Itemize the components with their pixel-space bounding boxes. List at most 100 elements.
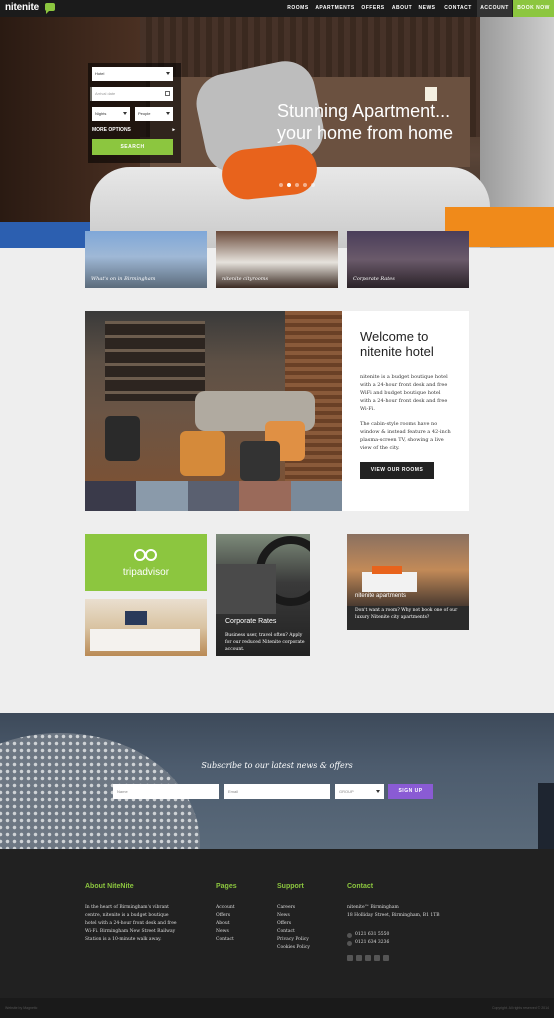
more-options-label: MORE OPTIONS	[92, 127, 131, 133]
footer-bottom-bar	[0, 998, 554, 1018]
group-select[interactable]: GROUP	[335, 784, 384, 799]
slider-dot[interactable]	[303, 183, 307, 187]
logo[interactable]: nitenite	[5, 2, 39, 13]
arrival-date-field[interactable]: Arrival date	[92, 87, 173, 101]
more-options-toggle[interactable]: MORE OPTIONS ▸	[92, 127, 175, 133]
tv-image	[125, 611, 147, 625]
hotel-room-image[interactable]	[85, 599, 207, 656]
tripadvisor-label: tripadvisor	[122, 567, 170, 578]
slider-dot[interactable]	[295, 183, 299, 187]
slider-dot[interactable]	[311, 183, 315, 187]
nav-account[interactable]: ACCOUNT	[477, 0, 512, 17]
slider-dot-active[interactable]	[287, 183, 291, 187]
group-select-value: GROUP	[339, 789, 354, 794]
footer-contact-title: Contact	[347, 883, 374, 890]
nav-news[interactable]: NEWS	[416, 0, 438, 17]
corporate-rates-card[interactable]: Corporate Rates Business user, travel of…	[216, 534, 310, 656]
tile-label: Corporate Rates	[353, 276, 395, 282]
footer-link[interactable]: Privacy Policy	[277, 936, 310, 944]
footer-fax[interactable]: 0121 634 3236	[355, 939, 389, 947]
tile-label: nitenite cityrooms	[222, 276, 269, 282]
footer-link[interactable]: Offers	[277, 920, 310, 928]
footer-pages-title: Pages	[216, 883, 237, 890]
owl-icon	[134, 549, 158, 563]
footer-link[interactable]: Cookies Policy	[277, 944, 310, 952]
footer-support-title: Support	[277, 883, 304, 890]
search-button[interactable]: SEARCH	[92, 139, 173, 155]
footer-support-list: Careers News Offers Contact Privacy Poli…	[277, 904, 310, 952]
lounge-image	[85, 311, 342, 481]
footer-link[interactable]: Contact	[216, 936, 235, 944]
sign-up-button[interactable]: SIGN UP	[388, 784, 433, 799]
chevron-down-icon	[166, 112, 170, 115]
name-field[interactable]: Name	[113, 784, 219, 799]
hotel-select[interactable]: Hotel	[92, 67, 173, 81]
subscribe-section	[0, 713, 554, 849]
top-nav: nitenite ROOMS APARTMENTS OFFERS ABOUT N…	[0, 0, 554, 17]
calendar-icon	[165, 91, 170, 96]
gallery-thumb[interactable]	[239, 481, 291, 511]
apartments-card[interactable]: nitenite apartments Don't want a room? W…	[347, 534, 469, 630]
footer-link[interactable]: Contact	[277, 928, 310, 936]
linkedin-icon[interactable]	[374, 955, 380, 961]
footer-about-text: In the heart of Birmingham's vibrant cen…	[85, 905, 177, 942]
welcome-title: Welcome to nitenite hotel	[360, 329, 434, 359]
gallery-thumb[interactable]	[85, 481, 137, 511]
footer-link[interactable]: News	[277, 912, 310, 920]
footer-link[interactable]: News	[216, 928, 235, 936]
corporate-rates-desc: Business user, travel often? Apply for o…	[225, 633, 305, 652]
apartments-desc: Don't want a room? Why not book one of o…	[355, 608, 458, 620]
tile-label: What's on in Birmingham	[91, 276, 156, 282]
facebook-icon[interactable]	[356, 955, 362, 961]
nights-select-value: Nights	[95, 111, 107, 116]
nav-rooms[interactable]: ROOMS	[283, 0, 313, 17]
footer-address-line: 18 Holliday Street, Birmingham, B1 1TB	[347, 913, 440, 918]
view-rooms-button[interactable]: VIEW OUR ROOMS	[360, 462, 434, 479]
slider-dot[interactable]	[279, 183, 283, 187]
tile-whats-on[interactable]: What's on in Birmingham	[85, 231, 207, 288]
logo-bubble-icon	[45, 3, 55, 14]
footer-pages-list: Account Offers About News Contact	[216, 904, 235, 944]
arrival-date-placeholder: Arrival date	[95, 91, 116, 96]
tile-cityrooms[interactable]: nitenite cityrooms	[216, 231, 338, 288]
apartments-title: nitenite apartments	[355, 593, 407, 599]
welcome-paragraph: nitenite is a budget boutique hotel with…	[360, 374, 448, 412]
instagram-icon[interactable]	[365, 955, 371, 961]
slider-dots	[279, 183, 315, 187]
page: nitenite ROOMS APARTMENTS OFFERS ABOUT N…	[0, 0, 554, 1018]
nights-select[interactable]: Nights	[92, 107, 130, 121]
footer-link[interactable]: Careers	[277, 904, 310, 912]
tile-corporate-rates[interactable]: Corporate Rates	[347, 231, 469, 288]
gallery-thumb[interactable]	[187, 481, 240, 511]
footer-link[interactable]: Offers	[216, 912, 235, 920]
pinterest-icon[interactable]	[383, 955, 389, 961]
chevron-right-icon: ▸	[172, 127, 175, 133]
chevron-down-icon	[123, 112, 127, 115]
cushion-image	[372, 566, 402, 574]
chair-image	[180, 431, 225, 476]
chair-image	[240, 441, 280, 481]
nav-apartments[interactable]: APARTMENTS	[314, 0, 356, 17]
nav-about[interactable]: ABOUT	[390, 0, 414, 17]
people-select-value: People	[138, 111, 151, 116]
chevron-down-icon	[376, 790, 380, 793]
gallery-thumb[interactable]	[290, 481, 343, 511]
footer-link[interactable]: Account	[216, 904, 235, 912]
people-select[interactable]: People	[135, 107, 173, 121]
gallery-thumb[interactable]	[136, 481, 188, 511]
email-field[interactable]: Email	[224, 784, 330, 799]
lamp-image	[425, 87, 437, 101]
table-image	[0, 222, 90, 248]
footer-about-title: About NiteNite	[85, 883, 134, 890]
footer-link[interactable]: About	[216, 920, 235, 928]
nav-contact[interactable]: CONTACT	[441, 0, 475, 17]
tripadvisor-badge[interactable]: tripadvisor	[85, 534, 207, 591]
gallery-thumbnails	[85, 481, 343, 511]
credit-text[interactable]: Website by Magnetic	[5, 1006, 37, 1010]
footer-phone[interactable]: 0121 631 5550	[355, 931, 389, 939]
chevron-down-icon	[166, 72, 170, 75]
nav-offers[interactable]: OFFERS	[358, 0, 388, 17]
twitter-icon[interactable]	[347, 955, 353, 961]
book-now-button[interactable]: BOOK NOW	[513, 0, 554, 17]
welcome-panel: Welcome to nitenite hotel nitenite is a …	[342, 311, 469, 511]
